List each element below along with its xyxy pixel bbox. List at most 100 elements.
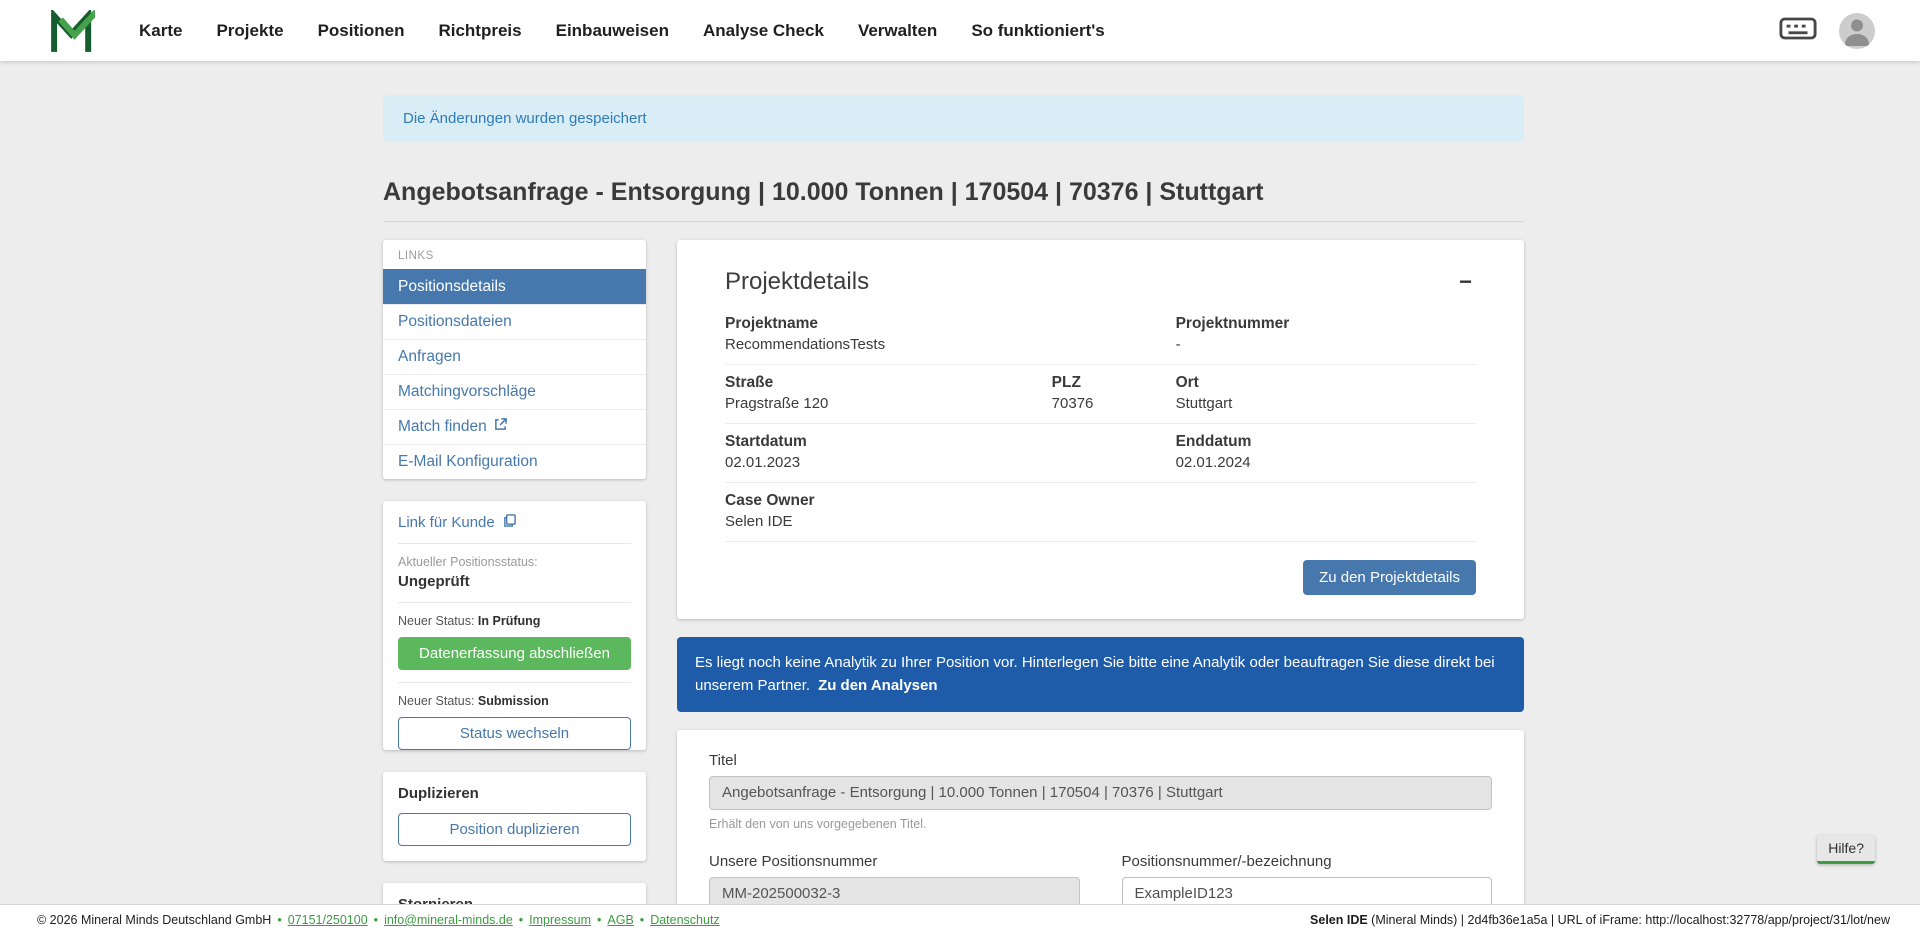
nav-item-richtpreis[interactable]: Richtpreis	[438, 21, 521, 41]
mineral-minds-logo-icon[interactable]	[49, 10, 95, 52]
project-row-owner: Case Owner Selen IDE	[725, 483, 1476, 542]
divider	[398, 682, 631, 683]
project-name-label: Projektname	[725, 315, 1176, 333]
city-value: Stuttgart	[1176, 395, 1476, 412]
sidebar-item-positionsdetails[interactable]: Positionsdetails	[383, 269, 646, 304]
new-status-value: In Prüfung	[478, 614, 541, 628]
sidebar-item-match-finden[interactable]: Match finden	[383, 409, 646, 444]
main-content-area: Die Änderungen wurden gespeichert Angebo…	[0, 61, 1920, 904]
customer-link[interactable]: Link für Kunde	[398, 501, 631, 544]
customer-link-label: Link für Kunde	[398, 514, 495, 531]
footer-separator: •	[374, 913, 378, 927]
nav-item-positionen[interactable]: Positionen	[318, 21, 405, 41]
project-name-value: RecommendationsTests	[725, 336, 1176, 353]
footer-separator: •	[277, 913, 281, 927]
sidebar-links-card: LINKS Positionsdetails Positionsdateien …	[383, 240, 646, 479]
cancel-title: Stornieren	[398, 896, 631, 904]
start-date-label: Startdatum	[725, 433, 1176, 451]
position-form-card: Titel Erhält den von uns vorgegebenen Ti…	[677, 730, 1524, 905]
nav-item-so-funktionierts[interactable]: So funktioniert's	[971, 21, 1104, 41]
start-date-value: 02.01.2023	[725, 454, 1176, 471]
cancel-card: Stornieren Stornieren	[383, 883, 646, 904]
copy-icon	[503, 514, 516, 531]
project-row-dates: Startdatum 02.01.2023 Enddatum 02.01.202…	[725, 424, 1476, 483]
footer-separator: •	[597, 913, 601, 927]
sidebar-item-email-konfiguration[interactable]: E-Mail Konfiguration	[383, 444, 646, 479]
new-status-label: Neuer Status:	[398, 694, 474, 708]
footer-link-phone[interactable]: 07151/250100	[288, 913, 368, 927]
sidebar-item-anfragen[interactable]: Anfragen	[383, 339, 646, 374]
nav-item-verwalten[interactable]: Verwalten	[858, 21, 937, 41]
footer: © 2026 Mineral Minds Deutschland GmbH • …	[0, 904, 1920, 943]
duplicate-position-button[interactable]: Position duplizieren	[398, 813, 631, 846]
help-button[interactable]: Hilfe?	[1817, 835, 1875, 864]
session-user: Selen IDE	[1310, 913, 1368, 927]
sidebar-item-label: Match finden	[398, 418, 487, 436]
plz-value: 70376	[1052, 395, 1176, 412]
nav-item-karte[interactable]: Karte	[139, 21, 182, 41]
title-field-help: Erhält den von uns vorgegebenen Titel.	[709, 817, 1492, 831]
sidebar-item-label: Positionsdateien	[398, 313, 512, 331]
sidebar-item-label: E-Mail Konfiguration	[398, 453, 538, 471]
nav-item-einbauweisen[interactable]: Einbauweisen	[556, 21, 669, 41]
footer-link-datenschutz[interactable]: Datenschutz	[650, 913, 719, 927]
sidebar-item-label: Anfragen	[398, 348, 461, 366]
switch-status-button[interactable]: Status wechseln	[398, 717, 631, 750]
copyright-text: © 2026 Mineral Minds Deutschland GmbH	[37, 913, 271, 927]
project-details-card: Projektdetails − Projektname Recommendat…	[677, 240, 1524, 619]
footer-link-impressum[interactable]: Impressum	[529, 913, 591, 927]
go-to-project-details-button[interactable]: Zu den Projektdetails	[1303, 560, 1476, 595]
duplicate-card: Duplizieren Position duplizieren	[383, 772, 646, 861]
project-number-label: Projektnummer	[1176, 315, 1476, 333]
sidebar-item-label: Matchingvorschläge	[398, 383, 536, 401]
save-success-alert: Die Änderungen wurden gespeichert	[383, 95, 1524, 142]
nav-item-analyse-check[interactable]: Analyse Check	[703, 21, 824, 41]
end-date-value: 02.01.2024	[1176, 454, 1476, 471]
new-status-value: Submission	[478, 694, 549, 708]
collapse-icon[interactable]: −	[1455, 271, 1476, 293]
page-title: Angebotsanfrage - Entsorgung | 10.000 To…	[383, 178, 1524, 222]
links-header: LINKS	[383, 240, 646, 269]
position-number-input[interactable]	[1122, 877, 1493, 905]
title-input	[709, 776, 1492, 810]
end-date-label: Enddatum	[1176, 433, 1476, 451]
go-to-analyses-link[interactable]: Zu den Analysen	[818, 677, 937, 694]
complete-data-entry-button[interactable]: Datenerfassung abschließen	[398, 637, 631, 670]
sidebar-item-matchingvorschlaege[interactable]: Matchingvorschläge	[383, 374, 646, 409]
position-number-label: Positionsnummer/-bezeichnung	[1122, 853, 1493, 870]
street-value: Pragstraße 120	[725, 395, 1052, 412]
plz-label: PLZ	[1052, 374, 1176, 392]
sidebar-item-label: Positionsdetails	[398, 278, 506, 296]
keyboard-icon[interactable]	[1779, 16, 1817, 46]
sidebar-item-positionsdateien[interactable]: Positionsdateien	[383, 304, 646, 339]
new-status-row-2: Neuer Status: Submission	[398, 694, 631, 708]
new-status-row-1: Neuer Status: In Prüfung	[398, 614, 631, 628]
footer-separator: •	[519, 913, 523, 927]
session-info: Selen IDE (Mineral Minds) | 2d4fb36e1a5a…	[1310, 913, 1890, 927]
user-avatar[interactable]	[1839, 13, 1875, 49]
footer-link-email[interactable]: info@mineral-minds.de	[384, 913, 513, 927]
duplicate-title: Duplizieren	[398, 785, 631, 802]
status-panel-card: Link für Kunde Aktueller Positionsstatus…	[383, 501, 646, 750]
top-navbar: Karte Projekte Positionen Richtpreis Ein…	[0, 0, 1920, 61]
project-row-address: Straße Pragstraße 120 PLZ 70376 Ort Stut…	[725, 365, 1476, 424]
title-field-label: Titel	[709, 752, 1492, 769]
our-position-number-input	[709, 877, 1080, 905]
our-position-number-label: Unsere Positionsnummer	[709, 853, 1080, 870]
analytics-message: Es liegt noch keine Analytik zu Ihrer Po…	[695, 654, 1495, 694]
navbar-right-actions	[1779, 13, 1875, 49]
case-owner-label: Case Owner	[725, 492, 1476, 510]
street-label: Straße	[725, 374, 1052, 392]
position-number-field: Positionsnummer/-bezeichnung Z.B. Intern…	[1122, 853, 1493, 905]
footer-separator: •	[640, 913, 644, 927]
project-details-title: Projektdetails	[725, 268, 869, 296]
nav-item-projekte[interactable]: Projekte	[216, 21, 283, 41]
project-number-value: -	[1176, 336, 1476, 353]
footer-link-agb[interactable]: AGB	[607, 913, 633, 927]
left-sidebar: LINKS Positionsdetails Positionsdateien …	[383, 240, 646, 904]
external-link-icon	[494, 418, 507, 436]
main-navigation: Karte Projekte Positionen Richtpreis Ein…	[139, 21, 1105, 41]
current-status-label: Aktueller Positionsstatus:	[398, 555, 631, 569]
new-status-label: Neuer Status:	[398, 614, 474, 628]
analytics-info-banner: Es liegt noch keine Analytik zu Ihrer Po…	[677, 637, 1524, 712]
